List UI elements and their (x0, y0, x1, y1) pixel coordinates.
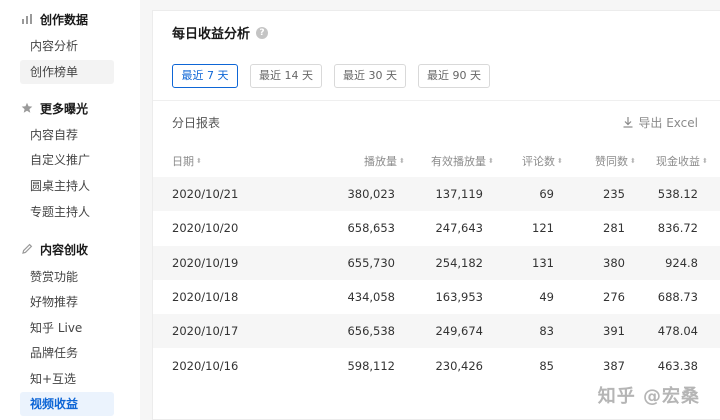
sidebar-item-creation-ranking[interactable]: 创作榜单 (20, 60, 114, 84)
cell-effective-plays: 247,643 (435, 221, 483, 235)
column-header-cash-earnings[interactable]: 现金收益 ⬍ (656, 153, 708, 169)
cell-comments: 83 (539, 324, 554, 338)
cell-date: 2020/10/19 (172, 256, 239, 270)
cell-cash-earnings: 688.73 (657, 290, 698, 304)
sidebar: 创作数据 内容分析 创作榜单 更多曝光 内容自荐 自定义推广 圆桌主持人 专题主… (0, 0, 140, 420)
cell-effective-plays: 254,182 (435, 256, 483, 270)
cell-plays: 656,538 (347, 324, 395, 338)
sidebar-item-content-analysis[interactable]: 内容分析 (20, 34, 114, 58)
cell-effective-plays: 249,674 (435, 324, 483, 338)
sidebar-item-roundtable-host[interactable]: 圆桌主持人 (20, 174, 114, 198)
download-icon (623, 117, 633, 128)
cell-likes: 276 (603, 290, 625, 304)
section-title-content-monetization: 内容创收 (20, 239, 88, 259)
cell-effective-plays: 230,426 (435, 359, 483, 373)
watermark: 知乎 @宏桑 (597, 386, 700, 407)
sidebar-item-goods-recommend[interactable]: 好物推荐 (20, 290, 114, 314)
cell-plays: 434,058 (347, 290, 395, 304)
pen-icon (20, 242, 34, 256)
section-title-creation-data: 创作数据 (20, 9, 88, 29)
cell-likes: 387 (603, 359, 625, 373)
cell-date: 2020/10/21 (172, 187, 239, 201)
page-title: 每日收益分析 ? (172, 23, 269, 42)
table-row: 2020/10/21 380,023 137,119 69 235 538.12 (153, 177, 720, 211)
column-header-date[interactable]: 日期 ⬍ (172, 153, 202, 169)
cell-plays: 655,730 (347, 256, 395, 270)
bar-chart-icon (20, 12, 34, 26)
range-14-days-button[interactable]: 最近 14 天 (250, 64, 322, 88)
cell-effective-plays: 163,953 (435, 290, 483, 304)
report-title: 分日报表 (172, 116, 221, 130)
cell-cash-earnings: 924.8 (665, 256, 698, 270)
sort-icon: ⬍ (702, 156, 708, 165)
table-row: 2020/10/16 598,112 230,426 85 387 463.38 (153, 349, 720, 383)
range-90-days-button[interactable]: 最近 90 天 (418, 64, 490, 88)
table-row: 2020/10/19 655,730 254,182 131 380 924.8 (153, 246, 720, 280)
cell-comments: 85 (539, 359, 554, 373)
star-icon (20, 101, 34, 115)
divider (153, 100, 720, 101)
sort-icon: ⬍ (488, 156, 494, 165)
cell-comments: 69 (539, 187, 554, 201)
cell-comments: 49 (539, 290, 554, 304)
cell-comments: 121 (532, 221, 554, 235)
column-header-comments[interactable]: 评论数 ⬍ (522, 153, 563, 169)
cell-cash-earnings: 478.04 (657, 324, 698, 338)
cell-date: 2020/10/16 (172, 359, 239, 373)
sort-icon: ⬍ (196, 156, 202, 165)
column-header-effective-plays[interactable]: 有效播放量 ⬍ (431, 153, 494, 169)
export-excel-button[interactable]: 导出 Excel (623, 114, 698, 131)
help-icon[interactable]: ? (256, 26, 269, 39)
cell-cash-earnings: 463.38 (657, 359, 698, 373)
earnings-card: 每日收益分析 ? 最近 7 天 最近 14 天 最近 30 天 最近 90 天 … (152, 10, 720, 420)
sidebar-item-self-recommend[interactable]: 内容自荐 (20, 123, 114, 147)
cell-date: 2020/10/20 (172, 221, 239, 235)
table-row: 2020/10/17 656,538 249,674 83 391 478.04 (153, 314, 720, 348)
sidebar-item-zhi-plus[interactable]: 知+互选 (20, 367, 114, 391)
table-row: 2020/10/20 658,653 247,643 121 281 836.7… (153, 211, 720, 245)
cell-plays: 658,653 (347, 221, 395, 235)
cell-comments: 131 (532, 256, 554, 270)
sort-icon: ⬍ (557, 156, 563, 165)
cell-likes: 281 (603, 221, 625, 235)
cell-likes: 391 (603, 324, 625, 338)
column-header-likes[interactable]: 赞同数 ⬍ (595, 153, 636, 169)
sidebar-item-video-earnings[interactable]: 视频收益 (20, 392, 114, 416)
column-header-plays[interactable]: 播放量 ⬍ (364, 153, 405, 169)
cell-likes: 235 (603, 187, 625, 201)
table-row: 2020/10/18 434,058 163,953 49 276 688.73 (153, 280, 720, 314)
cell-plays: 380,023 (347, 187, 395, 201)
cell-plays: 598,112 (347, 359, 395, 373)
section-title-more-exposure: 更多曝光 (20, 98, 88, 118)
cell-cash-earnings: 538.12 (657, 187, 698, 201)
range-7-days-button[interactable]: 最近 7 天 (172, 64, 238, 88)
sidebar-item-zhihu-live[interactable]: 知乎 Live (20, 316, 114, 340)
cell-date: 2020/10/18 (172, 290, 239, 304)
sort-icon: ⬍ (630, 156, 636, 165)
sidebar-item-topic-host[interactable]: 专题主持人 (20, 200, 114, 224)
cell-effective-plays: 137,119 (435, 187, 483, 201)
sidebar-item-custom-promotion[interactable]: 自定义推广 (20, 148, 114, 172)
sidebar-item-appreciation[interactable]: 赞赏功能 (20, 265, 114, 289)
cell-date: 2020/10/17 (172, 324, 239, 338)
cell-likes: 380 (603, 256, 625, 270)
range-30-days-button[interactable]: 最近 30 天 (334, 64, 406, 88)
sidebar-item-brand-tasks[interactable]: 品牌任务 (20, 341, 114, 365)
sort-icon: ⬍ (399, 156, 405, 165)
cell-cash-earnings: 836.72 (657, 221, 698, 235)
